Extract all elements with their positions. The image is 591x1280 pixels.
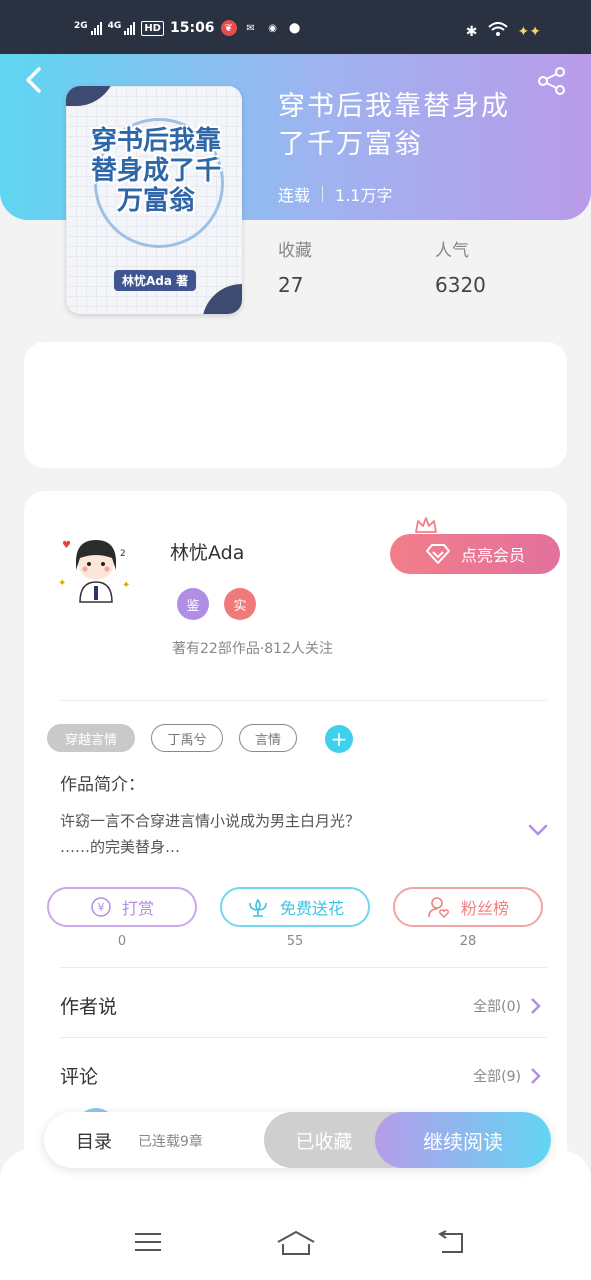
book-cover[interactable]: 穿书后我靠替身成了千万富翁 林忧Ada 著 bbox=[66, 86, 242, 314]
signal-4g-icon: 4G bbox=[108, 21, 136, 35]
popularity-value: 6320 bbox=[435, 273, 486, 297]
cover-author-tag: 林忧Ada 著 bbox=[114, 270, 197, 291]
author-avatar[interactable]: ♥ 2 ✦ ✦ bbox=[56, 526, 136, 606]
divider bbox=[60, 967, 547, 968]
intro-label: 作品简介： bbox=[60, 775, 145, 795]
fan-ranking-button-label: 粉丝榜 bbox=[460, 899, 509, 918]
menu-icon[interactable] bbox=[133, 1230, 163, 1254]
reading-action-bar: 目录 已连载9章 已收藏 继续阅读 bbox=[44, 1112, 551, 1168]
yen-icon: ¥ bbox=[91, 897, 111, 917]
chat-icon: ◉ bbox=[268, 22, 277, 34]
tag-chip[interactable]: 穿越言情 bbox=[47, 724, 135, 752]
popularity-stat: 人气 6320 bbox=[435, 236, 486, 297]
intro-line: ……的完美替身… bbox=[60, 838, 181, 856]
tip-count: 0 bbox=[117, 934, 127, 949]
diamond-icon bbox=[425, 544, 450, 564]
divider bbox=[60, 700, 547, 701]
wifi-icon bbox=[487, 22, 508, 42]
book-meta: 连载 1.1万字 bbox=[278, 182, 392, 206]
add-tag-button[interactable]: + bbox=[325, 725, 353, 753]
author-says-all-label: 全部(0) bbox=[473, 999, 521, 1015]
cover-title-art: 穿书后我靠替身成了千万富翁 bbox=[90, 126, 221, 216]
send-flower-button[interactable]: 免费送花 bbox=[220, 887, 370, 927]
author-badge-real: 实 bbox=[224, 588, 256, 620]
author-badge-verified: 鉴 bbox=[177, 588, 209, 620]
hd-icon: HD bbox=[141, 20, 164, 36]
svg-text:✦: ✦ bbox=[122, 580, 130, 591]
back-nav-icon[interactable] bbox=[434, 1230, 466, 1254]
book-status: 连载 bbox=[278, 186, 311, 205]
author-stats: 著有22部作品·812人关注 bbox=[172, 641, 333, 657]
svg-text:¥: ¥ bbox=[97, 901, 104, 914]
share-icon[interactable] bbox=[537, 66, 567, 96]
popularity-label: 人气 bbox=[435, 241, 469, 261]
author-says-label: 作者说 bbox=[60, 996, 118, 1018]
chevron-right-icon bbox=[531, 998, 541, 1014]
clock: 15:06 bbox=[169, 20, 215, 36]
vip-button[interactable]: 点亮会员 bbox=[390, 534, 560, 574]
flower-count: 55 bbox=[286, 934, 304, 949]
comments-label: 评论 bbox=[60, 1066, 99, 1088]
back-icon[interactable] bbox=[22, 66, 46, 94]
favorites-stat: 收藏 27 bbox=[278, 236, 312, 297]
catalog-button[interactable]: 目录 bbox=[76, 1128, 112, 1154]
tag-chip[interactable]: 丁禹兮 bbox=[151, 724, 223, 752]
comments-all-link[interactable]: 全部(9) bbox=[473, 1066, 541, 1086]
signal-2g-icon: 2G bbox=[74, 21, 102, 35]
notification-app-icon: ❦ bbox=[220, 20, 237, 36]
user-heart-icon bbox=[428, 897, 449, 918]
svg-text:2: 2 bbox=[120, 549, 126, 559]
author-says-all-link[interactable]: 全部(0) bbox=[473, 996, 541, 1016]
wechat-icon: ✉ bbox=[246, 22, 255, 34]
intro-text: 许窈一言不合穿进言情小说成为男主白月光？ ……的完美替身… bbox=[60, 808, 500, 860]
flower-icon bbox=[249, 898, 267, 917]
crown-icon bbox=[415, 517, 437, 533]
home-icon[interactable] bbox=[276, 1230, 316, 1256]
tip-button-label: 打赏 bbox=[121, 899, 154, 918]
svg-text:✦: ✦ bbox=[58, 578, 66, 589]
favorites-value: 27 bbox=[278, 273, 304, 297]
intro-line: 许窈一言不合穿进言情小说成为男主白月光？ bbox=[60, 812, 361, 830]
location-icon: ⬤ bbox=[288, 22, 301, 34]
favorited-label: 已收藏 bbox=[295, 1130, 353, 1153]
battery-icon: ✦✦ bbox=[517, 24, 541, 40]
favorites-label: 收藏 bbox=[278, 241, 312, 261]
fan-ranking-button[interactable]: 粉丝榜 bbox=[393, 887, 543, 927]
blank-card bbox=[24, 342, 567, 468]
plus-icon: + bbox=[330, 727, 348, 751]
continue-reading-button[interactable]: 继续阅读 bbox=[375, 1112, 551, 1168]
send-flower-button-label: 免费送花 bbox=[279, 899, 344, 918]
author-name[interactable]: 林忧Ada bbox=[170, 538, 244, 565]
comments-all-label: 全部(9) bbox=[473, 1069, 521, 1085]
fan-count: 28 bbox=[459, 934, 477, 949]
tip-button[interactable]: ¥ 打赏 bbox=[47, 887, 197, 927]
status-bar: 2G 4G HD 15:06 ❦ ✉ ◉ ⬤ ✱ ✦✦ bbox=[0, 0, 591, 54]
book-title: 穿书后我靠替身成了千万富翁 bbox=[278, 91, 510, 160]
system-nav-bar bbox=[0, 1150, 591, 1280]
chevron-right-icon bbox=[531, 1068, 541, 1084]
tag-chip[interactable]: 言情 bbox=[239, 724, 297, 752]
book-word-count: 1.1万字 bbox=[335, 186, 393, 205]
chapter-count: 已连载9章 bbox=[138, 1134, 203, 1150]
svg-text:♥: ♥ bbox=[62, 540, 71, 551]
chevron-down-icon[interactable] bbox=[527, 822, 549, 838]
divider bbox=[60, 1037, 547, 1038]
bluetooth-icon: ✱ bbox=[465, 24, 478, 40]
vip-button-label: 点亮会员 bbox=[460, 546, 525, 565]
